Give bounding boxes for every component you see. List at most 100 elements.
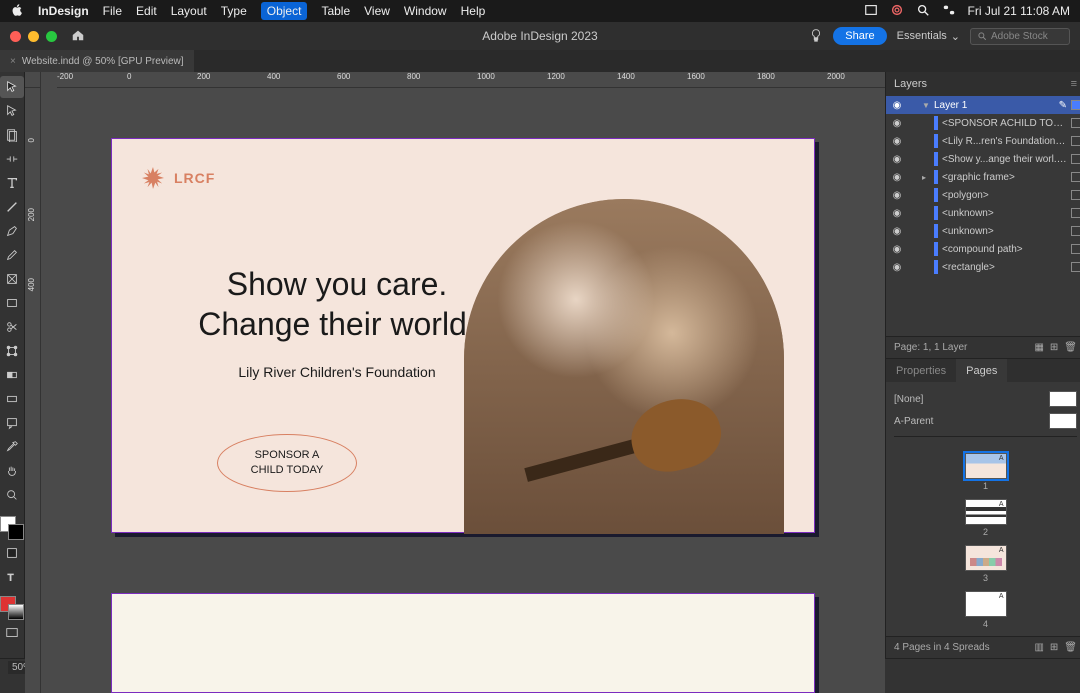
new-layer-icon[interactable]: ▦ [1034,342,1043,353]
vertical-ruler[interactable]: 0 200 400 [25,88,41,693]
page-thumb-4[interactable]: A [965,591,1007,617]
selection-indicator[interactable] [1071,154,1080,164]
traffic-lights[interactable] [10,31,57,42]
selection-tool[interactable] [0,76,24,98]
share-button[interactable]: Share [833,27,886,45]
selection-indicator[interactable] [1071,136,1080,146]
selection-indicator[interactable] [1071,262,1080,272]
selection-indicator[interactable] [1071,118,1080,128]
visibility-toggle-icon[interactable]: ◉ [890,154,904,165]
selection-indicator[interactable] [1071,226,1080,236]
delete-layer-icon[interactable]: 🗑 [1064,342,1077,353]
selection-indicator[interactable] [1071,172,1080,182]
free-transform-tool[interactable] [0,340,24,362]
visibility-toggle-icon[interactable]: ◉ [890,118,904,129]
line-tool[interactable] [0,196,24,218]
new-sublayer-icon[interactable]: ⊞ [1050,342,1058,353]
formatting-text-icon[interactable]: T [0,566,24,588]
menubar-datetime[interactable]: Fri Jul 21 11:08 AM [968,4,1071,18]
app-name[interactable]: InDesign [38,4,89,18]
edit-page-size-icon[interactable]: ▥ [1034,642,1043,653]
layers-panel-tab[interactable]: Layers ≡ [886,72,1080,96]
new-page-icon[interactable]: ⊞ [1050,642,1058,653]
tab-properties[interactable]: Properties [886,359,956,382]
menu-type[interactable]: Type [221,4,247,18]
layer-item[interactable]: ◉<rectangle> [886,258,1080,276]
gradient-swatch-tool[interactable] [0,364,24,386]
master-none-row[interactable]: [None] [894,388,1077,410]
disclosure-triangle-icon[interactable]: ▼ [922,101,930,110]
adobe-stock-search[interactable]: Adobe Stock [970,28,1070,45]
rectangle-tool[interactable] [0,292,24,314]
visibility-toggle-icon[interactable]: ◉ [890,226,904,237]
formatting-container-icon[interactable] [0,542,24,564]
workspace-switcher[interactable]: Essentials⌄ [897,30,960,43]
selection-indicator[interactable] [1071,208,1080,218]
rectangle-frame-tool[interactable] [0,268,24,290]
layer-item[interactable]: ◉<Lily R...ren's Foundation...> [886,132,1080,150]
hand-tool[interactable] [0,460,24,482]
layer-item[interactable]: ◉<Show y...ange their worl...> [886,150,1080,168]
page-thumb-1[interactable]: A [965,453,1007,479]
layer-item[interactable]: ◉<polygon> [886,186,1080,204]
ruler-origin[interactable] [25,72,41,88]
close-window-icon[interactable] [10,31,21,42]
visibility-toggle-icon[interactable]: ◉ [890,136,904,147]
disclosure-triangle-icon[interactable]: ▸ [922,173,930,182]
menu-help[interactable]: Help [461,4,486,18]
layer-item[interactable]: ◉<unknown> [886,222,1080,240]
apple-menu-icon[interactable] [10,3,24,20]
tab-pages[interactable]: Pages [956,359,1007,382]
layer-item[interactable]: ◉<compound path> [886,240,1080,258]
type-tool[interactable] [0,172,24,194]
visibility-toggle-icon[interactable]: ◉ [890,262,904,273]
eyedropper-tool[interactable] [0,436,24,458]
horizontal-ruler[interactable]: -200 0 200 400 600 800 1000 1200 1400 16… [57,72,885,88]
panel-menu-icon[interactable]: ≡ [1071,78,1077,90]
master-a-row[interactable]: A-Parent [894,410,1077,432]
delete-page-icon[interactable]: 🗑 [1064,642,1077,653]
gap-tool[interactable] [0,148,24,170]
layer-row-top[interactable]: ◉ ▼ Layer 1 ✎ [886,96,1080,114]
scissors-tool[interactable] [0,316,24,338]
document-tab[interactable]: × Website.indd @ 50% [GPU Preview] [0,50,194,72]
page-thumb-2[interactable]: A [965,499,1007,525]
document-viewport[interactable]: LRCF Show you care.Change their world. L… [41,88,885,693]
selection-indicator[interactable] [1071,244,1080,254]
menu-object[interactable]: Object [261,2,308,20]
direct-selection-tool[interactable] [0,100,24,122]
home-button[interactable] [71,28,85,45]
close-tab-icon[interactable]: × [10,56,16,67]
menubar-box-icon[interactable] [864,3,878,20]
selection-indicator[interactable] [1071,190,1080,200]
menubar-cc-icon[interactable] [890,3,904,20]
zoom-tool[interactable] [0,484,24,506]
visibility-toggle-icon[interactable]: ◉ [890,100,904,111]
fill-stroke-swatches[interactable] [0,516,24,540]
page-2-artboard-peek[interactable] [111,593,815,693]
spotlight-icon[interactable] [916,3,930,20]
menu-edit[interactable]: Edit [136,4,157,18]
layer-item[interactable]: ◉<SPONSOR ACHILD TODAY> [886,114,1080,132]
tips-lightbulb-icon[interactable] [809,28,823,45]
visibility-toggle-icon[interactable]: ◉ [890,172,904,183]
menu-view[interactable]: View [364,4,390,18]
minimize-window-icon[interactable] [28,31,39,42]
page-1-artboard[interactable]: LRCF Show you care.Change their world. L… [111,138,815,533]
menu-table[interactable]: Table [321,4,350,18]
layer-item[interactable]: ◉<unknown> [886,204,1080,222]
note-tool[interactable] [0,412,24,434]
pen-tool[interactable] [0,220,24,242]
control-center-icon[interactable] [942,3,956,20]
apply-color-swatches[interactable] [0,596,24,620]
menu-window[interactable]: Window [404,4,447,18]
pencil-tool[interactable] [0,244,24,266]
gradient-feather-tool[interactable] [0,388,24,410]
screen-mode-icon[interactable] [0,622,24,644]
visibility-toggle-icon[interactable]: ◉ [890,208,904,219]
visibility-toggle-icon[interactable]: ◉ [890,190,904,201]
page-tool[interactable] [0,124,24,146]
layer-item[interactable]: ◉▸<graphic frame> [886,168,1080,186]
maximize-window-icon[interactable] [46,31,57,42]
menu-file[interactable]: File [103,4,122,18]
